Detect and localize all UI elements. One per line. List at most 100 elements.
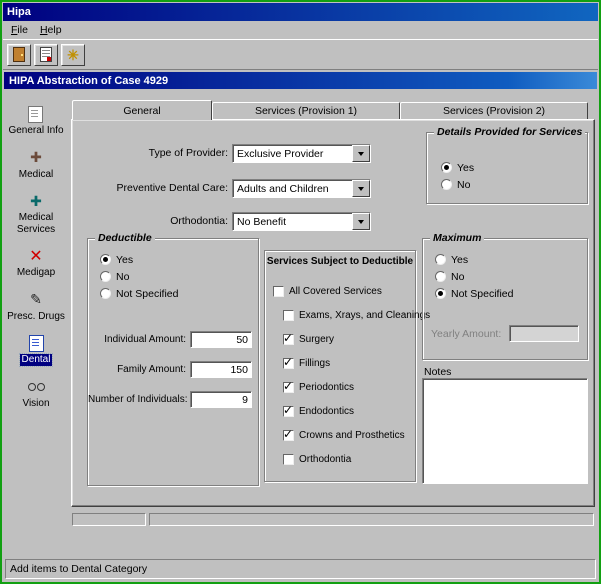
- radio-details-no[interactable]: No: [441, 178, 470, 191]
- checkbox-endodontics[interactable]: Endodontics: [283, 405, 354, 418]
- radio-maximum-yes[interactable]: Yes: [435, 253, 468, 266]
- radio-icon: [435, 271, 446, 282]
- sidebar-item-general-info[interactable]: General Info: [6, 105, 65, 137]
- checkbox-icon: [273, 286, 284, 297]
- tab-label: Services (Provision 1): [255, 105, 357, 117]
- maximum-group-title: Maximum: [430, 232, 484, 244]
- checkbox-periodontics[interactable]: Periodontics: [283, 381, 354, 394]
- medical-services-icon: ✚: [30, 192, 42, 210]
- radio-maximum-not-specified[interactable]: Not Specified: [435, 287, 513, 300]
- number-of-individuals-input[interactable]: [190, 391, 252, 408]
- sidebar-item-label: Presc. Drugs: [5, 311, 67, 323]
- sidebar-item-label: Dental: [20, 354, 53, 366]
- deductible-group: Deductible Yes No Not Specified Individu…: [87, 238, 259, 486]
- sidebar-item-medigap[interactable]: ✕ Medigap: [15, 247, 57, 279]
- chevron-down-icon: [358, 187, 364, 194]
- preventive-combo[interactable]: Adults and Children: [232, 179, 371, 198]
- checkbox-label: Surgery: [299, 334, 334, 345]
- radio-maximum-no[interactable]: No: [435, 270, 464, 283]
- medical-icon: ✚: [30, 149, 42, 167]
- settings-gear-icon: ✳: [67, 48, 79, 62]
- radio-deductible-no[interactable]: No: [100, 270, 129, 283]
- radio-icon: [441, 162, 452, 173]
- checkbox-orthodontia[interactable]: Orthodontia: [283, 453, 351, 466]
- radio-label: Not Specified: [116, 288, 178, 300]
- deductible-group-title: Deductible: [95, 232, 155, 244]
- yearly-amount-label: Yearly Amount:: [431, 328, 501, 340]
- bottom-panels: [72, 513, 594, 526]
- radio-icon: [100, 254, 111, 265]
- radio-icon: [435, 288, 446, 299]
- settings-button[interactable]: ✳: [61, 44, 85, 66]
- tab-bar: General Services (Provision 1) Services …: [71, 99, 595, 119]
- provider-dropdown-button[interactable]: [352, 145, 370, 162]
- checkbox-icon: [283, 454, 294, 465]
- checkbox-all-covered-services[interactable]: All Covered Services: [273, 285, 382, 298]
- provider-combo[interactable]: Exclusive Provider: [232, 144, 371, 163]
- checkbox-label: Exams, Xrays, and Cleanings: [299, 310, 430, 321]
- checkbox-icon: [283, 406, 294, 417]
- preventive-dropdown-button[interactable]: [352, 180, 370, 197]
- title-bar[interactable]: Hipa: [3, 3, 598, 21]
- sidebar: General Info ✚ Medical ✚ Medical Service…: [3, 91, 69, 557]
- details-group: Details Provided for Services Yes No: [426, 132, 588, 204]
- sidebar-item-label: General Info: [6, 125, 65, 137]
- checkbox-label: All Covered Services: [289, 286, 382, 297]
- radio-label: Yes: [457, 162, 474, 174]
- tab-services-provision-1[interactable]: Services (Provision 1): [212, 102, 400, 119]
- menu-help[interactable]: Help: [34, 23, 68, 37]
- sidebar-item-dental[interactable]: Dental: [20, 334, 53, 366]
- sidebar-item-presc-drugs[interactable]: ✎ Presc. Drugs: [5, 291, 67, 323]
- notes-textarea[interactable]: [422, 378, 588, 484]
- provider-value: Exclusive Provider: [233, 145, 352, 162]
- exit-button[interactable]: [7, 44, 31, 66]
- radio-details-yes[interactable]: Yes: [441, 161, 474, 174]
- checkbox-label: Periodontics: [299, 382, 354, 393]
- checkbox-icon: [283, 382, 294, 393]
- checkbox-surgery[interactable]: Surgery: [283, 333, 334, 346]
- individual-amount-input[interactable]: [190, 331, 252, 348]
- services-subject-title: Services Subject to Deductible: [265, 256, 415, 267]
- toolbar: ✳: [3, 39, 598, 70]
- general-tab-page: Type of Provider: Exclusive Provider Pre…: [71, 119, 595, 507]
- tab-label: Services (Provision 2): [443, 105, 545, 117]
- checkbox-icon: [283, 310, 294, 321]
- checkbox-icon: [283, 430, 294, 441]
- orthodontia-dropdown-button[interactable]: [352, 213, 370, 230]
- general-info-icon: [28, 106, 43, 123]
- orthodontia-label: Orthodontia:: [82, 215, 228, 227]
- app-window: Hipa File Help ✳ HIPA Abstraction of Cas…: [0, 0, 601, 584]
- menu-file[interactable]: File: [5, 23, 34, 37]
- sidebar-item-medical-services[interactable]: ✚ Medical Services: [5, 192, 67, 235]
- tab-label: General: [123, 105, 160, 117]
- tab-services-provision-2[interactable]: Services (Provision 2): [400, 102, 588, 119]
- checkbox-fillings[interactable]: Fillings: [283, 357, 330, 370]
- radio-label: Yes: [116, 254, 133, 266]
- checkbox-label: Orthodontia: [299, 454, 351, 465]
- dental-icon: [29, 335, 44, 352]
- sidebar-item-label: Medical: [17, 169, 55, 181]
- report-button[interactable]: [34, 44, 58, 66]
- family-amount-label: Family Amount:: [88, 364, 186, 375]
- checkbox-exams-xrays-cleanings[interactable]: Exams, Xrays, and Cleanings: [283, 309, 430, 322]
- radio-icon: [100, 288, 111, 299]
- services-subject-group: Services Subject to Deductible All Cover…: [264, 250, 416, 482]
- family-amount-input[interactable]: [190, 361, 252, 378]
- radio-deductible-yes[interactable]: Yes: [100, 253, 133, 266]
- radio-label: No: [116, 271, 129, 283]
- status-bar: Add items to Dental Category: [5, 559, 596, 579]
- checkbox-icon: [283, 358, 294, 369]
- checkbox-label: Crowns and Prosthetics: [299, 430, 405, 441]
- sidebar-item-medical[interactable]: ✚ Medical: [17, 149, 55, 181]
- status-panel-right: [149, 513, 594, 526]
- sidebar-item-label: Vision: [20, 398, 51, 410]
- radio-icon: [441, 179, 452, 190]
- tab-general[interactable]: General: [72, 100, 212, 120]
- sidebar-item-vision[interactable]: Vision: [20, 378, 51, 410]
- orthodontia-combo[interactable]: No Benefit: [232, 212, 371, 231]
- radio-deductible-not-specified[interactable]: Not Specified: [100, 287, 178, 300]
- orthodontia-value: No Benefit: [233, 213, 352, 230]
- menu-bar: File Help: [3, 21, 598, 39]
- checkbox-crowns-prosthetics[interactable]: Crowns and Prosthetics: [283, 429, 405, 442]
- radio-label: No: [451, 271, 464, 283]
